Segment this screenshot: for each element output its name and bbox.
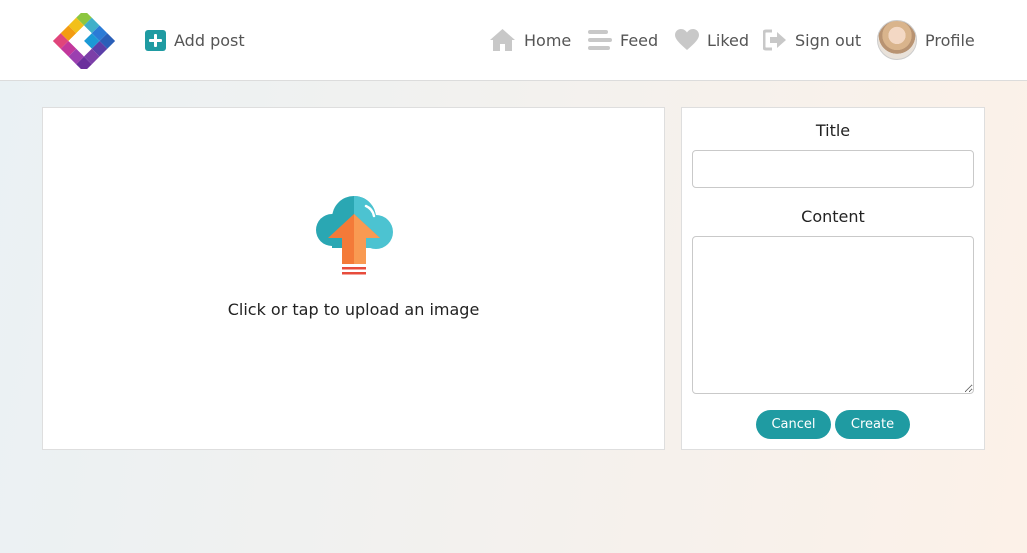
nav-feed[interactable]: Feed <box>588 26 658 54</box>
heart-icon <box>675 29 699 50</box>
nav-liked-label: Liked <box>707 30 750 50</box>
nav-liked[interactable]: Liked <box>675 26 749 54</box>
cancel-button[interactable]: Cancel <box>756 410 831 439</box>
bars-icon <box>588 30 612 50</box>
nav-signout[interactable]: Sign out <box>763 26 861 54</box>
upload-prompt: Click or tap to upload an image <box>227 300 480 319</box>
add-post-button[interactable]: Add post <box>145 28 245 52</box>
create-button[interactable]: Create <box>835 410 910 439</box>
cloud-upload-icon <box>316 196 393 275</box>
home-icon <box>490 29 515 51</box>
nav-feed-label: Feed <box>620 30 659 50</box>
app-logo-icon[interactable] <box>50 13 118 69</box>
title-label: Title <box>815 121 851 140</box>
nav-profile[interactable]: Profile <box>877 20 975 60</box>
post-form: Title Content Cancel Create <box>681 107 985 450</box>
image-upload-area[interactable]: Click or tap to upload an image <box>42 107 665 450</box>
title-input[interactable] <box>692 150 974 188</box>
plus-square-icon <box>145 29 166 51</box>
content-label: Content <box>801 207 865 226</box>
nav-home[interactable]: Home <box>489 26 571 54</box>
nav-signout-label: Sign out <box>795 30 862 50</box>
sign-out-icon <box>763 29 786 51</box>
nav-profile-label: Profile <box>925 30 975 50</box>
avatar <box>877 20 917 60</box>
top-navbar: Add post Home Feed Liked Sign out Profil… <box>0 0 1027 81</box>
content-textarea[interactable] <box>692 236 974 394</box>
nav-home-label: Home <box>524 30 572 50</box>
add-post-label: Add post <box>174 30 245 50</box>
